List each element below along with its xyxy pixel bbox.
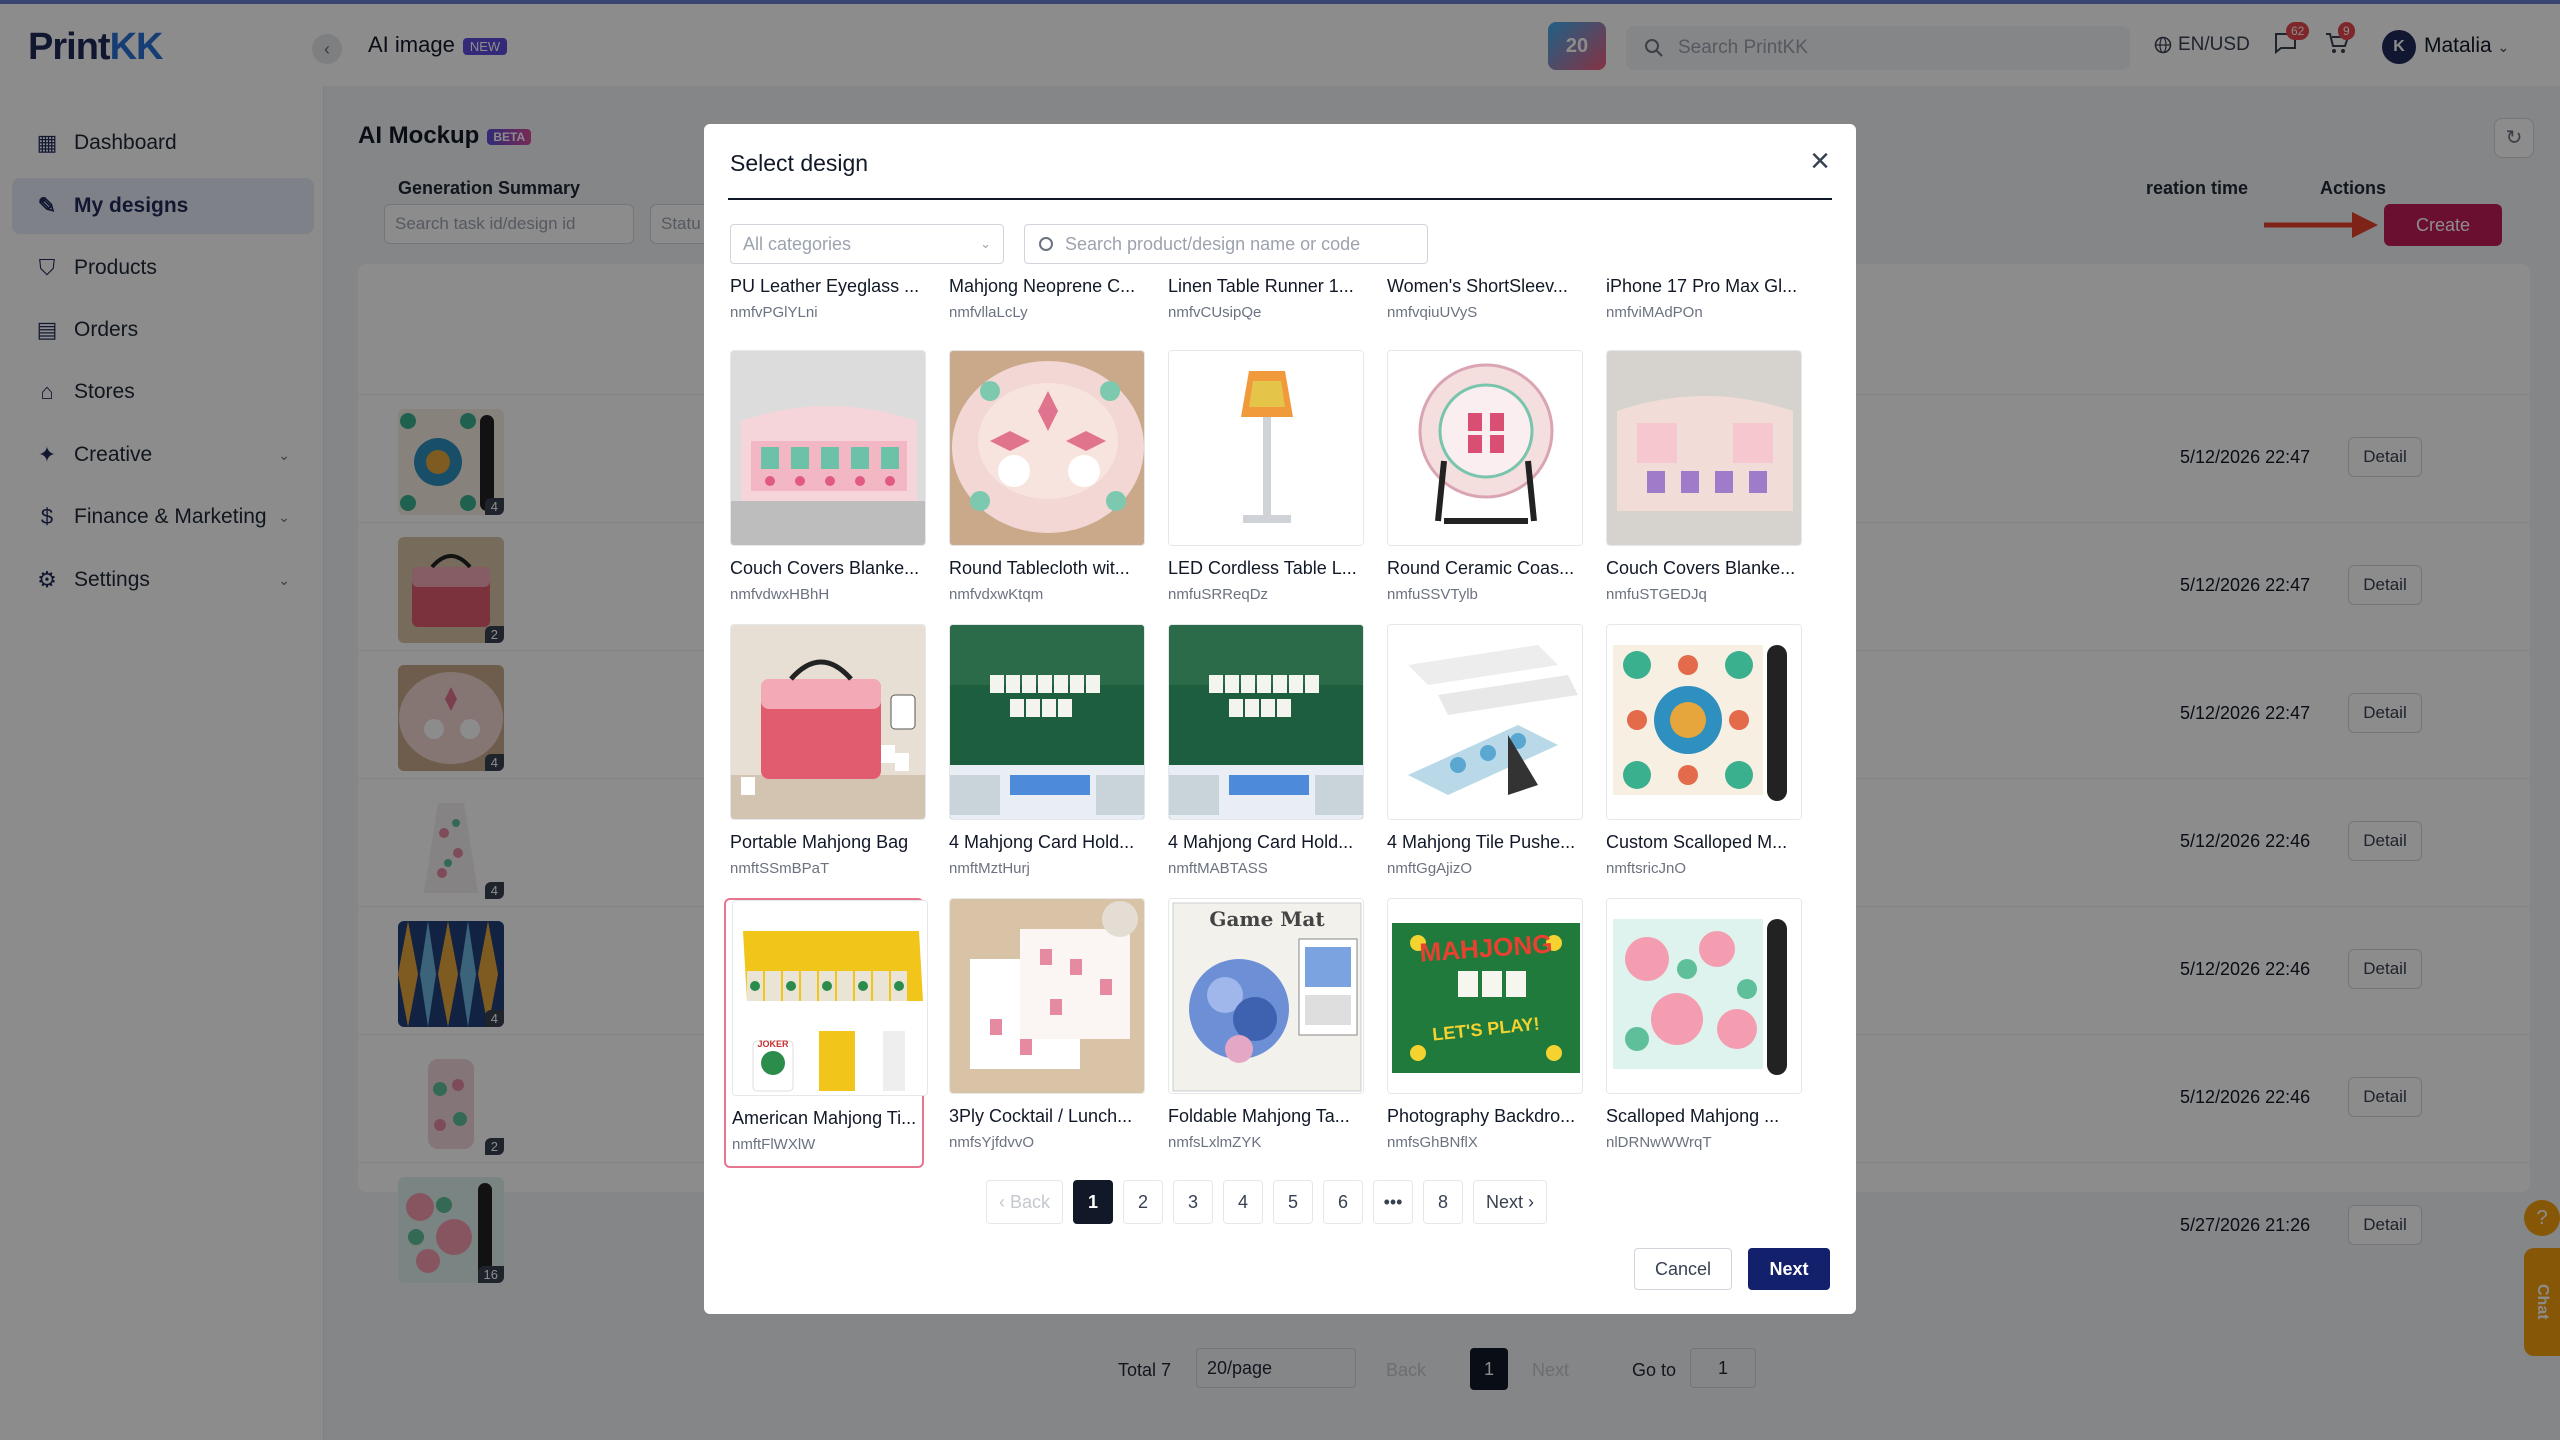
design-name: Scalloped Mahjong ... bbox=[1606, 1106, 1780, 1126]
design-thumbnail: JOKER bbox=[732, 900, 928, 1096]
design-card[interactable]: Round Ceramic Coas... nmfuSSVTylb bbox=[1381, 350, 1583, 620]
design-code: nmftSSmBPaT bbox=[730, 860, 830, 877]
page-button-2[interactable]: 2 bbox=[1123, 1180, 1164, 1224]
modal-pagination: ‹ Back 1 2 3 4 5 6 ••• 8 Next › bbox=[986, 1180, 1548, 1224]
design-thumbnail: MAHJONG LET'S PLAY! bbox=[1387, 898, 1583, 1094]
design-name: Couch Covers Blanke... bbox=[1606, 558, 1796, 578]
design-name: Foldable Mahjong Ta... bbox=[1168, 1106, 1350, 1126]
design-name: Linen Table Runner 1... bbox=[1168, 276, 1354, 296]
page-button-4[interactable]: 4 bbox=[1223, 1180, 1264, 1224]
design-code: nmfsGhBNflX bbox=[1387, 1134, 1478, 1151]
page-button-1[interactable]: 1 bbox=[1073, 1180, 1114, 1224]
design-code: nmfuSRReqDz bbox=[1168, 586, 1269, 603]
design-code: nmftsricJnO bbox=[1606, 860, 1687, 877]
search-icon bbox=[1039, 237, 1053, 251]
design-code: nmfsLxlmZYK bbox=[1168, 1134, 1262, 1151]
design-card[interactable]: Portable Mahjong Bag nmftSSmBPaT bbox=[724, 624, 926, 894]
design-code: nmftMztHurj bbox=[949, 860, 1030, 877]
design-code: nmfvCUsipQe bbox=[1168, 304, 1262, 321]
design-code: nmftFlWXlW bbox=[732, 1136, 816, 1153]
select-design-modal: Select design × All categories ⌄ Search … bbox=[704, 124, 1856, 1314]
design-name: PU Leather Eyeglass ... bbox=[730, 276, 920, 296]
design-thumbnail bbox=[1387, 350, 1583, 546]
design-code: nmfvdxwKtqm bbox=[949, 586, 1044, 603]
design-card[interactable]: Custom Scalloped M... nmftsricJnO bbox=[1600, 624, 1802, 894]
chevron-down-icon: ⌄ bbox=[980, 236, 991, 251]
design-code: nmftMABTASS bbox=[1168, 860, 1268, 877]
design-name: Round Ceramic Coas... bbox=[1387, 558, 1575, 578]
design-thumbnail bbox=[1606, 898, 1802, 1094]
pagination-back-label: Back bbox=[1010, 1192, 1051, 1212]
design-card[interactable]: 4 Mahjong Tile Pushe... nmftGgAjizO bbox=[1381, 624, 1583, 894]
design-name: 4 Mahjong Card Hold... bbox=[949, 832, 1135, 852]
design-name: 4 Mahjong Tile Pushe... bbox=[1387, 832, 1576, 852]
design-name: 4 Mahjong Card Hold... bbox=[1168, 832, 1354, 852]
close-icon[interactable]: × bbox=[1810, 144, 1830, 178]
design-thumbnail bbox=[730, 350, 926, 546]
design-card[interactable]: Scalloped Mahjong ... nlDRNwWWrqT bbox=[1600, 898, 1802, 1168]
design-search-placeholder: Search product/design name or code bbox=[1065, 234, 1361, 254]
game-mat-text: Game Mat bbox=[1209, 907, 1325, 931]
design-card[interactable]: Round Tablecloth wit... nmfvdxwKtqm bbox=[943, 350, 1145, 620]
design-card[interactable]: 3Ply Cocktail / Lunch... nmfsYjfdvvO bbox=[943, 898, 1145, 1168]
design-name: Custom Scalloped M... bbox=[1606, 832, 1788, 852]
design-card-selected[interactable]: JOKER American Mahjong Ti... nmftFlWXlW bbox=[724, 898, 928, 1168]
design-thumbnail bbox=[730, 624, 926, 820]
category-select-placeholder: All categories bbox=[743, 234, 852, 254]
design-name: American Mahjong Ti... bbox=[732, 1108, 917, 1128]
design-thumbnail bbox=[949, 624, 1145, 820]
design-code: nmftGgAjizO bbox=[1387, 860, 1473, 877]
design-name: LED Cordless Table L... bbox=[1168, 558, 1357, 578]
design-name: 3Ply Cocktail / Lunch... bbox=[949, 1106, 1133, 1126]
design-thumbnail bbox=[1168, 350, 1364, 546]
design-code: nmfvPGlYLni bbox=[730, 304, 818, 321]
page-button-3[interactable]: 3 bbox=[1173, 1180, 1214, 1224]
design-thumbnail bbox=[949, 898, 1145, 1094]
page-button-5[interactable]: 5 bbox=[1273, 1180, 1314, 1224]
design-card[interactable]: LED Cordless Table L... nmfuSRReqDz bbox=[1162, 350, 1364, 620]
design-card[interactable]: Game Mat Foldable Mahjong Ta... nmfsLxlmZY… bbox=[1162, 898, 1364, 1168]
design-code: nmfvqiuUVyS bbox=[1387, 304, 1478, 321]
design-code: nmfviMAdPOn bbox=[1606, 304, 1703, 321]
design-code: nmfvllaLcLy bbox=[949, 304, 1028, 321]
design-code: nmfuSTGEDJq bbox=[1606, 586, 1707, 603]
design-card[interactable]: Couch Covers Blanke... nmfuSTGEDJq bbox=[1600, 350, 1802, 620]
design-thumbnail bbox=[1606, 350, 1802, 546]
pagination-next-label: Next bbox=[1486, 1192, 1524, 1212]
design-name: Women's ShortSleev... bbox=[1387, 276, 1568, 296]
design-card[interactable]: MAHJONG LET'S PLAY! Photography Backdro...… bbox=[1381, 898, 1583, 1168]
modal-title: Select design bbox=[730, 150, 869, 176]
category-select[interactable]: All categories ⌄ bbox=[730, 224, 1004, 264]
design-name: Mahjong Neoprene C... bbox=[949, 276, 1136, 296]
modal-divider bbox=[728, 198, 1832, 200]
design-thumbnail bbox=[949, 350, 1145, 546]
design-search-input[interactable]: Search product/design name or code bbox=[1024, 224, 1428, 264]
design-code: nmfvdwxHBhH bbox=[730, 586, 830, 603]
design-name: Photography Backdro... bbox=[1387, 1106, 1576, 1126]
design-code: nmfsYjfdvvO bbox=[949, 1134, 1035, 1151]
pagination-back-button[interactable]: ‹ Back bbox=[986, 1180, 1064, 1224]
design-name: iPhone 17 Pro Max Gl... bbox=[1606, 276, 1798, 296]
design-thumbnail bbox=[1606, 624, 1802, 820]
design-card[interactable]: Couch Covers Blanke... nmfvdwxHBhH bbox=[724, 350, 926, 620]
design-name: Couch Covers Blanke... bbox=[730, 558, 920, 578]
design-code: nmfuSSVTylb bbox=[1387, 586, 1478, 603]
more-pages-ellipsis[interactable]: ••• bbox=[1373, 1180, 1414, 1224]
design-thumbnail: Game Mat bbox=[1168, 898, 1364, 1094]
design-name: Round Tablecloth wit... bbox=[949, 558, 1130, 578]
partial-design-row: PU Leather Eyeglass ... nmfvPGlYLni Mahjon… bbox=[730, 276, 1830, 332]
cancel-button[interactable]: Cancel bbox=[1634, 1248, 1732, 1290]
design-code: nlDRNwWWrqT bbox=[1606, 1134, 1712, 1151]
joker-text: JOKER bbox=[757, 1039, 789, 1049]
next-button[interactable]: Next bbox=[1748, 1248, 1830, 1290]
pagination-next-button[interactable]: Next › bbox=[1473, 1180, 1548, 1224]
design-card[interactable]: 4 Mahjong Card Hold... nmftMztHurj bbox=[943, 624, 1145, 894]
design-thumbnail bbox=[1387, 624, 1583, 820]
page-button-8[interactable]: 8 bbox=[1423, 1180, 1464, 1224]
design-card[interactable]: 4 Mahjong Card Hold... nmftMABTASS bbox=[1162, 624, 1364, 894]
design-thumbnail bbox=[1168, 624, 1364, 820]
page-button-6[interactable]: 6 bbox=[1323, 1180, 1364, 1224]
design-name: Portable Mahjong Bag bbox=[730, 832, 909, 852]
